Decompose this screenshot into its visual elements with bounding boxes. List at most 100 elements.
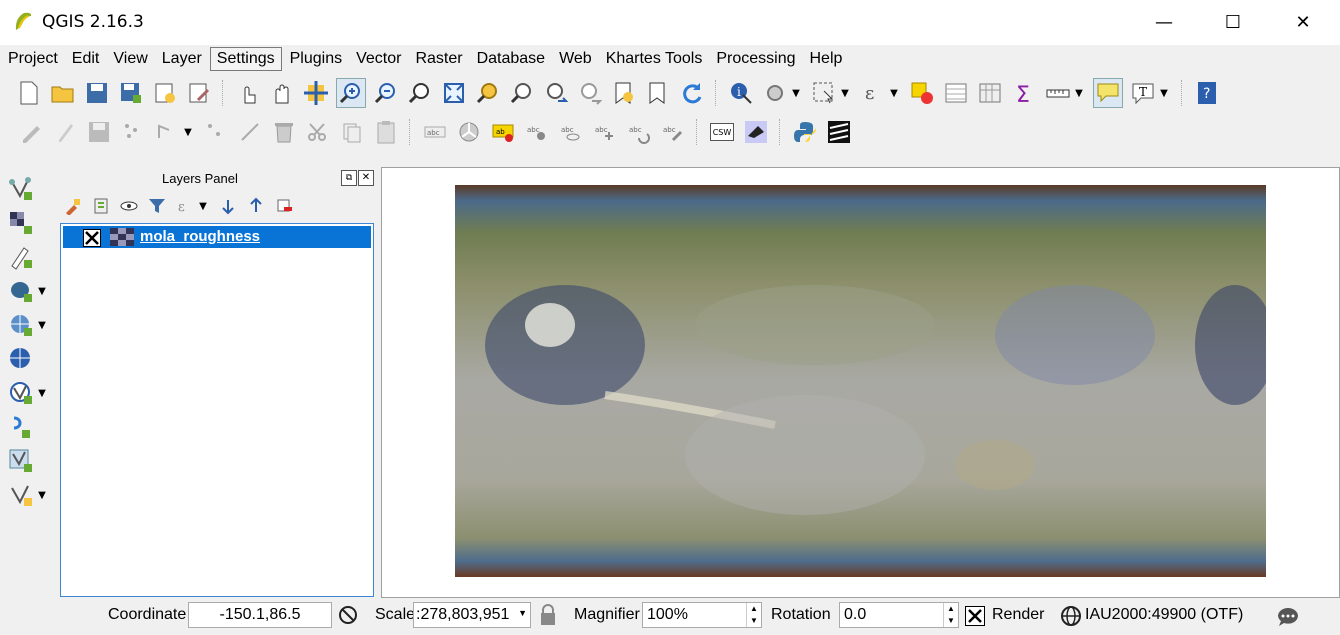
crs-label[interactable]: IAU2000:49900 (OTF)	[1085, 606, 1243, 624]
menu-raster[interactable]: Raster	[409, 48, 468, 70]
zoom-to-selection-icon[interactable]	[474, 79, 502, 107]
zoom-native-resolution-icon[interactable]	[406, 79, 434, 107]
coordinate-field[interactable]: -150.1,86.5	[188, 602, 332, 628]
georeferencer-icon[interactable]	[825, 118, 853, 146]
chevron-down-icon[interactable]: ▼	[35, 481, 49, 509]
delete-selected-icon[interactable]	[236, 118, 264, 146]
menu-plugins[interactable]: Plugins	[284, 48, 348, 70]
layer-name[interactable]: mola_roughness	[140, 228, 260, 245]
filter-by-expression-icon[interactable]: ε	[174, 192, 196, 220]
highlight-pinned-labels-icon[interactable]: ab	[489, 118, 517, 146]
menu-project[interactable]: Project	[2, 48, 64, 70]
zoom-in-icon[interactable]	[336, 78, 366, 108]
select-features-icon[interactable]	[810, 79, 838, 107]
metasearch-csw-icon[interactable]: CSW	[708, 118, 736, 146]
add-raster-layer-icon[interactable]	[7, 209, 35, 237]
chevron-down-icon[interactable]: ▼	[1072, 79, 1086, 107]
chevron-down-icon[interactable]: ▼	[838, 79, 852, 107]
pin-labels-icon[interactable]: abc	[523, 118, 551, 146]
show-bookmarks-icon[interactable]	[644, 79, 672, 107]
touch-zoom-pan-icon[interactable]	[234, 79, 262, 107]
change-label-icon[interactable]: abc	[659, 118, 687, 146]
menu-vector[interactable]: Vector	[350, 48, 407, 70]
menu-edit[interactable]: Edit	[66, 48, 106, 70]
filter-legend-icon[interactable]	[146, 192, 168, 220]
layer-diagram-options-icon[interactable]	[455, 118, 483, 146]
add-group-icon[interactable]	[90, 192, 112, 220]
chevron-down-icon[interactable]: ▼	[518, 608, 527, 618]
save-project-icon[interactable]	[83, 79, 111, 107]
add-postgis-layer-icon[interactable]	[7, 277, 35, 305]
rotation-spinbox[interactable]: 0.0 ▲ ▼	[839, 602, 959, 628]
text-annotation-icon[interactable]: T	[1129, 79, 1157, 107]
menu-processing[interactable]: Processing	[710, 48, 801, 70]
add-wcs-layer-icon[interactable]	[7, 345, 35, 373]
layer-row[interactable]: mola_roughness	[63, 226, 371, 248]
zoom-out-icon[interactable]	[372, 79, 400, 107]
chevron-down-icon[interactable]: ▼	[35, 379, 49, 407]
chevron-down-icon[interactable]: ▼	[1157, 79, 1171, 107]
zoom-to-layer-icon[interactable]	[508, 79, 536, 107]
chevron-down-icon[interactable]: ▼	[196, 192, 210, 220]
add-delimited-text-layer-icon[interactable]	[7, 243, 35, 271]
menu-khartes-tools[interactable]: Khartes Tools	[600, 48, 709, 70]
trash-icon[interactable]	[270, 118, 298, 146]
float-panel-icon[interactable]: ⧉	[341, 170, 357, 186]
save-as-icon[interactable]	[117, 79, 145, 107]
open-field-calculator-icon[interactable]	[976, 79, 1004, 107]
new-bookmark-icon[interactable]	[610, 79, 638, 107]
scale-combobox[interactable]: :278,803,951 ▼	[413, 602, 531, 628]
lock-scale-icon[interactable]	[539, 603, 557, 627]
rotate-label-icon[interactable]: abc	[625, 118, 653, 146]
copy-features-icon[interactable]	[338, 118, 366, 146]
khartes-tool-icon[interactable]	[742, 118, 770, 146]
map-canvas[interactable]	[381, 167, 1340, 598]
add-wms-layer-icon[interactable]	[7, 311, 35, 339]
statistical-summary-icon[interactable]: Σ	[1010, 79, 1038, 107]
minimize-button[interactable]: —	[1141, 0, 1187, 45]
open-project-icon[interactable]	[49, 79, 77, 107]
crs-globe-icon[interactable]	[1060, 605, 1082, 627]
deselect-all-icon[interactable]	[908, 79, 936, 107]
measure-line-icon[interactable]	[1044, 79, 1072, 107]
node-tool-icon[interactable]	[202, 118, 230, 146]
paste-features-icon[interactable]	[372, 118, 400, 146]
cut-features-icon[interactable]	[304, 118, 332, 146]
open-layer-styling-icon[interactable]	[62, 192, 84, 220]
move-feature-icon[interactable]	[153, 118, 181, 146]
expand-all-icon[interactable]	[217, 192, 239, 220]
move-label-icon[interactable]: abc	[591, 118, 619, 146]
manage-map-themes-icon[interactable]	[118, 192, 140, 220]
select-by-expression-icon[interactable]: ε	[859, 79, 887, 107]
render-checkbox[interactable]	[965, 606, 985, 626]
new-shapefile-layer-icon[interactable]	[7, 413, 35, 441]
layers-tree[interactable]: mola_roughness	[60, 223, 374, 597]
python-console-icon[interactable]	[791, 118, 819, 146]
close-panel-icon[interactable]: ✕	[358, 170, 374, 186]
layer-labeling-options-icon[interactable]: abc	[421, 118, 449, 146]
menu-settings[interactable]: Settings	[209, 47, 282, 71]
menu-database[interactable]: Database	[471, 48, 552, 70]
chevron-down-icon[interactable]: ▼	[887, 79, 901, 107]
help-contents-icon[interactable]: ?	[1193, 79, 1221, 107]
new-gpx-layer-icon[interactable]	[7, 481, 35, 509]
maximize-button[interactable]: ☐	[1210, 0, 1256, 45]
open-attribute-table-icon[interactable]	[942, 79, 970, 107]
menu-help[interactable]: Help	[804, 48, 849, 70]
refresh-icon[interactable]	[678, 79, 706, 107]
show-hide-labels-icon[interactable]: abc	[557, 118, 585, 146]
zoom-full-icon[interactable]	[440, 79, 468, 107]
spin-arrows-icon[interactable]: ▲ ▼	[746, 603, 761, 627]
add-vector-layer-icon[interactable]	[7, 175, 35, 203]
map-tips-icon[interactable]	[1093, 78, 1123, 108]
spin-arrows-icon[interactable]: ▲ ▼	[943, 603, 958, 627]
magnifier-spinbox[interactable]: 100% ▲ ▼	[642, 602, 762, 628]
zoom-last-icon[interactable]	[542, 79, 570, 107]
zoom-next-icon[interactable]	[576, 79, 604, 107]
pan-map-icon[interactable]	[268, 79, 296, 107]
chevron-down-icon[interactable]: ▼	[35, 277, 49, 305]
chevron-down-icon[interactable]: ▼	[789, 79, 803, 107]
composer-manager-icon[interactable]	[185, 79, 213, 107]
save-layer-edits-icon[interactable]	[85, 118, 113, 146]
remove-layer-icon[interactable]	[273, 192, 295, 220]
